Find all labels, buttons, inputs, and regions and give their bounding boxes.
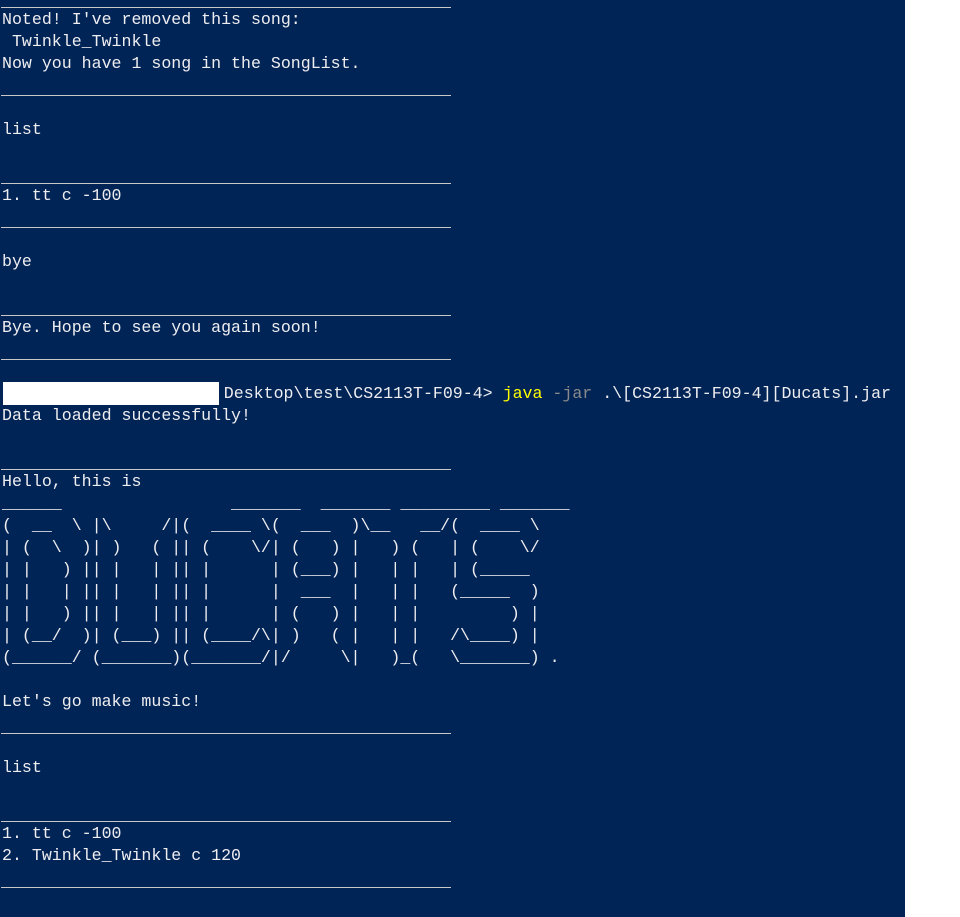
- terminal-output-line: 2. Twinkle_Twinkle c 120: [2, 846, 241, 865]
- terminal-output-line: bye: [2, 252, 32, 271]
- terminal-output-line: | | ) || | | || | | ( ) | | | ) |: [2, 604, 540, 623]
- terminal-output-line: 1. tt c -100: [2, 824, 122, 843]
- terminal-output-line: list: [2, 758, 42, 777]
- terminal-output-line: ( __ \ |\ /|( ____ \( ___ )\__ __/( ____…: [2, 516, 540, 535]
- terminal-output-line: Twinkle_Twinkle: [2, 32, 162, 51]
- terminal-output-line: | ( \ )| ) ( || ( \/| ( ) | ) ( | ( \/: [2, 538, 540, 557]
- prompt-path: Desktop\test\CS2113T-F09-4>: [223, 384, 503, 403]
- command-argument: .\[CS2113T-F09-4][Ducats].jar: [592, 384, 891, 403]
- terminal-output-line: 1. tt c -100: [2, 186, 122, 205]
- terminal-output-line: Bye. Hope to see you again soon!: [2, 318, 321, 337]
- terminal-output-line: Now you have 1 song in the SongList.: [2, 54, 361, 73]
- redacted-path-block: [3, 382, 219, 405]
- terminal-output-line: | | ) || | | || | | (___) | | | | (_____: [2, 560, 530, 579]
- terminal-output-line: Hello, this is: [2, 472, 142, 491]
- command-parameter: -jar: [542, 384, 593, 403]
- separator-rule: [1, 821, 451, 822]
- separator-rule: [1, 359, 451, 360]
- terminal-output-line: (______/ (_______)(_______/|/ \| )_( \__…: [2, 648, 560, 667]
- command-line: Desktop\test\CS2113T-F09-4> java -jar .\…: [224, 383, 891, 405]
- terminal-output-line: Let's go make music!: [2, 692, 202, 711]
- separator-rule: [1, 95, 451, 96]
- separator-rule: [1, 733, 451, 734]
- terminal-output-line: Noted! I've removed this song:: [2, 10, 301, 29]
- terminal-output-line: | | | || | | || | | ___ | | | (_____ ): [2, 582, 540, 601]
- terminal-output-line: list: [2, 120, 42, 139]
- separator-rule: [1, 469, 451, 470]
- terminal-output-line: | (__/ )| (___) || (____/\| ) ( | | | /\…: [2, 626, 540, 645]
- separator-rule: [1, 183, 451, 184]
- separator-rule: [1, 887, 451, 888]
- separator-rule: [1, 227, 451, 228]
- powershell-terminal-window[interactable]: Noted! I've removed this song: Twinkle_T…: [0, 0, 905, 917]
- command-name: java: [502, 384, 543, 403]
- separator-rule: [1, 315, 451, 316]
- terminal-output-line: ______ _______ _______ _________ _______: [2, 494, 570, 513]
- terminal-output-line: Data loaded successfully!: [2, 406, 251, 425]
- separator-rule: [1, 7, 451, 8]
